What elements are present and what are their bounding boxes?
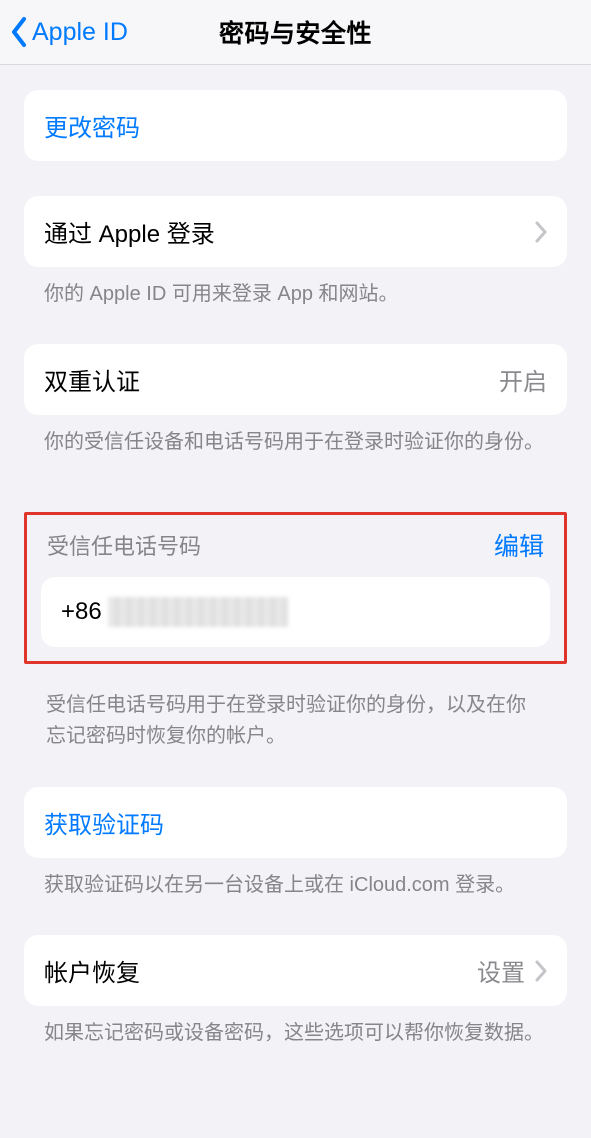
two-factor-group: 双重认证 开启 你的受信任设备和电话号码用于在登录时验证你的身份。 bbox=[24, 344, 567, 457]
two-factor-cell[interactable]: 双重认证 开启 bbox=[24, 344, 567, 415]
account-recovery-label: 帐户恢复 bbox=[44, 953, 140, 988]
account-recovery-value: 设置 bbox=[477, 953, 525, 988]
trusted-phone-footer: 受信任电话号码用于在登录时验证你的身份，以及在你忘记密码时恢复你的帐户。 bbox=[24, 676, 567, 752]
get-code-label: 获取验证码 bbox=[44, 805, 164, 840]
get-code-group: 获取验证码 获取验证码以在另一台设备上或在 iCloud.com 登录。 bbox=[24, 787, 567, 900]
trusted-phone-cell[interactable]: +86 bbox=[41, 577, 550, 647]
sign-in-apple-group: 通过 Apple 登录 你的 Apple ID 可用来登录 App 和网站。 bbox=[24, 196, 567, 309]
chevron-right-icon bbox=[535, 960, 547, 982]
change-password-label: 更改密码 bbox=[44, 108, 140, 143]
two-factor-label: 双重认证 bbox=[44, 362, 140, 397]
account-recovery-footer: 如果忘记密码或设备密码，这些选项可以帮你恢复数据。 bbox=[24, 1006, 567, 1048]
phone-prefix: +86 bbox=[61, 598, 102, 626]
phone-number-redacted bbox=[108, 597, 288, 627]
sign-in-apple-label: 通过 Apple 登录 bbox=[44, 214, 215, 249]
page-title: 密码与安全性 bbox=[0, 14, 591, 50]
trusted-phone-highlight: 受信任电话号码 编辑 +86 bbox=[24, 512, 567, 664]
change-password-cell[interactable]: 更改密码 bbox=[24, 90, 567, 161]
account-recovery-cell[interactable]: 帐户恢复 设置 bbox=[24, 935, 567, 1006]
get-code-footer: 获取验证码以在另一台设备上或在 iCloud.com 登录。 bbox=[24, 858, 567, 900]
trusted-phone-header: 受信任电话号码 编辑 bbox=[41, 527, 550, 577]
two-factor-footer: 你的受信任设备和电话号码用于在登录时验证你的身份。 bbox=[24, 415, 567, 457]
get-code-cell[interactable]: 获取验证码 bbox=[24, 787, 567, 858]
edit-button[interactable]: 编辑 bbox=[494, 527, 544, 563]
sign-in-apple-footer: 你的 Apple ID 可用来登录 App 和网站。 bbox=[24, 267, 567, 309]
chevron-right-icon bbox=[535, 221, 547, 243]
change-password-group: 更改密码 bbox=[24, 90, 567, 161]
nav-header: Apple ID 密码与安全性 bbox=[0, 0, 591, 65]
account-recovery-group: 帐户恢复 设置 如果忘记密码或设备密码，这些选项可以帮你恢复数据。 bbox=[24, 935, 567, 1048]
sign-in-apple-cell[interactable]: 通过 Apple 登录 bbox=[24, 196, 567, 267]
trusted-phone-header-title: 受信任电话号码 bbox=[47, 529, 201, 561]
two-factor-value: 开启 bbox=[499, 362, 547, 397]
